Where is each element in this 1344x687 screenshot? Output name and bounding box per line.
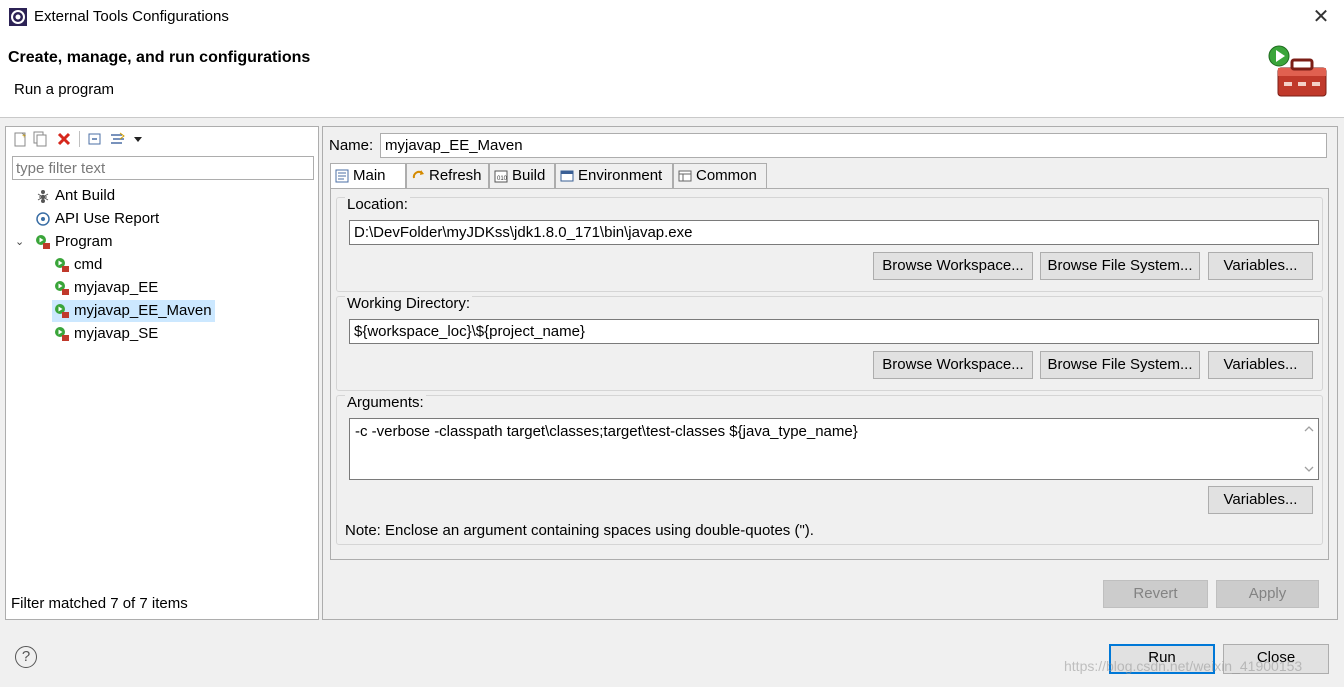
tab-main[interactable]: Main — [330, 163, 406, 189]
tab-refresh[interactable]: Refresh — [406, 163, 489, 188]
main-tab-content: Location: D:\DevFolder\myJDKss\jdk1.8.0_… — [330, 188, 1329, 560]
tab-common[interactable]: Common — [673, 163, 767, 188]
tree-item-myjavap-ee-maven[interactable]: myjavap_EE_Maven — [52, 300, 215, 322]
tree-item-ant-build[interactable]: Ant Build — [33, 185, 118, 207]
program-config-icon — [55, 258, 69, 272]
tree-item-myjavap-ee[interactable]: myjavap_EE — [52, 277, 161, 299]
svg-text:010: 010 — [497, 176, 508, 182]
tree-item-label: cmd — [74, 256, 103, 273]
revert-button[interactable]: Revert — [1103, 580, 1208, 608]
apply-button[interactable]: Apply — [1216, 580, 1319, 608]
toolbar-separator — [79, 131, 80, 147]
main-tab-icon — [335, 169, 349, 183]
tab-build[interactable]: 010 Build — [489, 163, 555, 188]
dialog-subtitle: Run a program — [14, 81, 115, 98]
tab-label: Common — [696, 167, 757, 184]
program-config-icon — [55, 304, 69, 318]
tab-environment[interactable]: Environment — [555, 163, 673, 188]
refresh-icon — [412, 170, 424, 179]
name-input[interactable] — [380, 133, 1327, 158]
configuration-tree-panel: + Ant Build API Use Report ⌄ Program — [5, 126, 319, 620]
dialog-title: Create, manage, and run configurations — [8, 49, 311, 66]
arguments-scrollbar[interactable] — [1300, 419, 1318, 479]
arguments-variables-button[interactable]: Variables... — [1208, 486, 1313, 514]
tab-label: Build — [512, 167, 546, 184]
workdir-browse-workspace-button[interactable]: Browse Workspace... — [873, 351, 1033, 379]
working-directory-label: Working Directory: — [345, 295, 473, 312]
chevron-down-icon[interactable]: ⌄ — [15, 235, 27, 248]
filter-input[interactable] — [12, 156, 314, 180]
window-close-button[interactable]: ✕ — [1308, 4, 1334, 30]
tab-label: Refresh — [429, 167, 482, 184]
configuration-editor-panel: Name: Main Refresh 010 Build Environment — [322, 126, 1338, 620]
tree-item-label: myjavap_EE — [74, 279, 159, 296]
name-label: Name: — [329, 137, 374, 154]
location-variables-button[interactable]: Variables... — [1208, 252, 1313, 280]
duplicate-icon[interactable] — [32, 131, 48, 147]
tree-item-label: myjavap_SE — [74, 325, 159, 342]
help-icon[interactable]: ? — [15, 646, 37, 668]
location-field[interactable]: D:\DevFolder\myJDKss\jdk1.8.0_171\bin\ja… — [349, 220, 1319, 245]
svg-text:+: + — [22, 133, 26, 140]
tab-label: Environment — [578, 167, 663, 184]
arguments-group: Arguments: -c -verbose -classpath target… — [336, 394, 1323, 545]
tree-item-cmd[interactable]: cmd — [52, 254, 105, 276]
location-label: Location: — [345, 196, 410, 213]
environment-icon — [560, 170, 574, 182]
api-report-icon — [36, 212, 50, 226]
toolbox-run-icon — [1268, 45, 1327, 97]
arguments-text: -c -verbose -classpath target\classes;ta… — [355, 423, 858, 440]
tree-item-api-use-report[interactable]: API Use Report — [33, 208, 162, 230]
new-config-icon[interactable]: + — [12, 131, 28, 147]
arguments-label: Arguments: — [345, 394, 426, 411]
tree-item-label: myjavap_EE_Maven — [74, 302, 212, 319]
tree-item-program[interactable]: Program — [33, 231, 116, 253]
location-browse-filesystem-button[interactable]: Browse File System... — [1040, 252, 1200, 280]
location-group: Location: D:\DevFolder\myJDKss\jdk1.8.0_… — [336, 196, 1323, 292]
program-config-icon — [55, 327, 69, 341]
filter-status-text: Filter matched 7 of 7 items — [11, 595, 188, 612]
common-icon — [678, 170, 692, 182]
tab-label: Main — [353, 167, 386, 184]
watermark-text: https://blog.csdn.net/weixin_41900153 — [1064, 658, 1303, 674]
program-icon — [36, 235, 50, 249]
working-directory-field[interactable]: ${workspace_loc}\${project_name} — [349, 319, 1319, 344]
tree-item-label: Program — [55, 233, 113, 250]
arguments-textarea[interactable]: -c -verbose -classpath target\classes;ta… — [349, 418, 1319, 480]
filter-icon[interactable] — [110, 131, 126, 147]
collapse-all-icon[interactable] — [87, 131, 103, 147]
tree-item-label: API Use Report — [55, 210, 160, 227]
location-browse-workspace-button[interactable]: Browse Workspace... — [873, 252, 1033, 280]
eclipse-app-icon — [9, 8, 27, 26]
dialog-header: Create, manage, and run configurations R… — [0, 34, 1344, 118]
build-icon: 010 — [494, 170, 508, 183]
program-config-icon — [55, 281, 69, 295]
workdir-browse-filesystem-button[interactable]: Browse File System... — [1040, 351, 1200, 379]
tree-item-label: Ant Build — [55, 187, 116, 204]
window-title: External Tools Configurations — [34, 8, 229, 25]
delete-icon[interactable] — [56, 131, 72, 147]
working-directory-group: Working Directory: ${workspace_loc}\${pr… — [336, 295, 1323, 391]
tree-item-myjavap-se[interactable]: myjavap_SE — [52, 323, 161, 345]
arguments-note: Note: Enclose an argument containing spa… — [345, 522, 814, 539]
workdir-variables-button[interactable]: Variables... — [1208, 351, 1313, 379]
chevron-down-icon[interactable] — [132, 131, 144, 147]
title-bar: External Tools Configurations ✕ — [0, 0, 1344, 34]
ant-icon — [37, 190, 49, 203]
